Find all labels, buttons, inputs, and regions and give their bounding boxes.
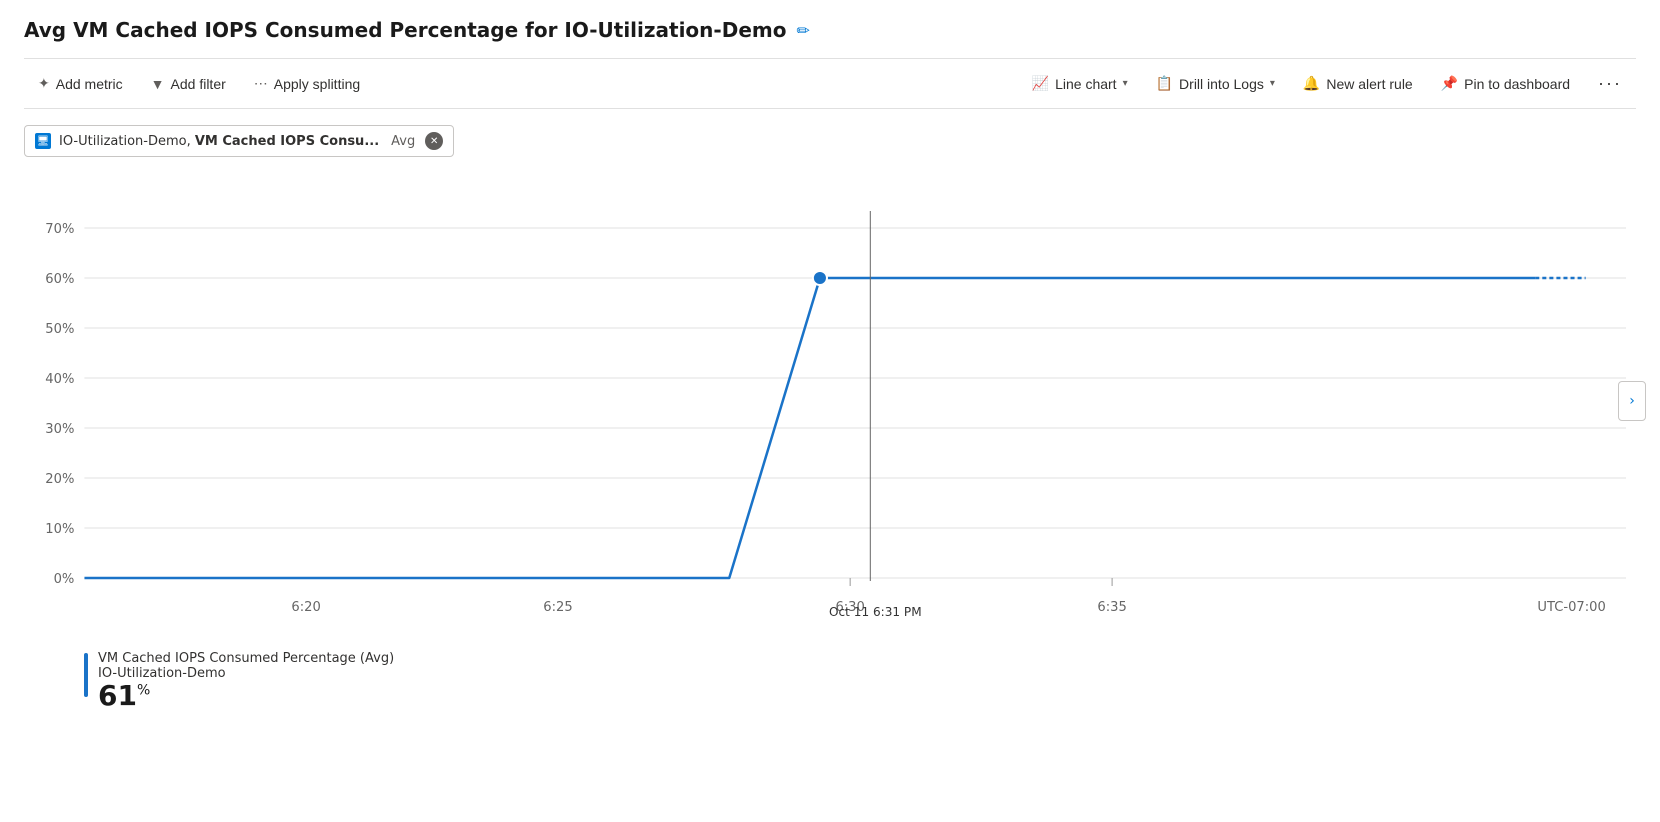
svg-text:6:20: 6:20 xyxy=(291,600,320,615)
drill-logs-chevron: ▾ xyxy=(1270,78,1275,89)
expand-button[interactable]: › xyxy=(1618,381,1646,421)
line-chart-button[interactable]: 📈 Line chart ▾ xyxy=(1018,69,1142,98)
more-options-button[interactable]: ··· xyxy=(1584,67,1636,100)
legend-color-bar xyxy=(84,653,88,697)
legend-title: VM Cached IOPS Consumed Percentage (Avg) xyxy=(98,651,394,666)
line-chart-icon: 📈 xyxy=(1032,75,1049,92)
metric-tag-close[interactable]: ✕ xyxy=(425,132,443,150)
drill-logs-icon: 📋 xyxy=(1156,75,1173,92)
title-row: Avg VM Cached IOPS Consumed Percentage f… xyxy=(24,18,1636,42)
svg-text:0%: 0% xyxy=(54,572,75,587)
metric-tag: IO-Utilization-Demo, VM Cached IOPS Cons… xyxy=(24,125,454,157)
pin-to-dashboard-button[interactable]: 📌 Pin to dashboard xyxy=(1427,69,1584,98)
svg-text:20%: 20% xyxy=(45,472,74,487)
add-filter-icon: ▼ xyxy=(151,76,165,92)
apply-splitting-icon: ⋯ xyxy=(254,75,268,92)
apply-splitting-button[interactable]: ⋯ Apply splitting xyxy=(240,69,374,98)
svg-text:UTC-07:00: UTC-07:00 xyxy=(1537,600,1605,615)
toolbar: ✦ Add metric ▼ Add filter ⋯ Apply splitt… xyxy=(24,58,1636,109)
legend-value: 61% xyxy=(98,681,394,712)
legend-item: VM Cached IOPS Consumed Percentage (Avg)… xyxy=(84,651,1636,712)
add-filter-button[interactable]: ▼ Add filter xyxy=(137,70,240,98)
legend-area: VM Cached IOPS Consumed Percentage (Avg)… xyxy=(24,639,1636,712)
svg-text:60%: 60% xyxy=(45,272,74,287)
svg-text:30%: 30% xyxy=(45,422,74,437)
svg-text:70%: 70% xyxy=(45,222,74,237)
more-options-icon: ··· xyxy=(1598,73,1622,94)
add-metric-icon: ✦ xyxy=(38,75,50,92)
page-title: Avg VM Cached IOPS Consumed Percentage f… xyxy=(24,18,786,42)
svg-text:50%: 50% xyxy=(45,322,74,337)
pin-icon: 📌 xyxy=(1441,75,1458,92)
toolbar-right: 📈 Line chart ▾ 📋 Drill into Logs ▾ 🔔 New… xyxy=(1018,67,1636,100)
legend-resource: IO-Utilization-Demo xyxy=(98,666,394,681)
svg-text:40%: 40% xyxy=(45,372,74,387)
chart-area: 70% 60% 50% 40% 30% 20% 10% 0% 6:20 6:25… xyxy=(24,171,1636,631)
metric-tag-label: IO-Utilization-Demo, VM Cached IOPS Cons… xyxy=(59,134,379,149)
resource-icon xyxy=(35,133,51,149)
chart-svg: 70% 60% 50% 40% 30% 20% 10% 0% 6:20 6:25… xyxy=(24,171,1636,631)
alert-icon: 🔔 xyxy=(1303,75,1320,92)
legend-details: VM Cached IOPS Consumed Percentage (Avg)… xyxy=(98,651,394,712)
new-alert-rule-button[interactable]: 🔔 New alert rule xyxy=(1289,69,1427,98)
svg-text:10%: 10% xyxy=(45,522,74,537)
svg-text:6:35: 6:35 xyxy=(1097,600,1126,615)
line-chart-chevron: ▾ xyxy=(1123,78,1128,89)
drill-into-logs-button[interactable]: 📋 Drill into Logs ▾ xyxy=(1142,69,1289,98)
add-metric-button[interactable]: ✦ Add metric xyxy=(24,69,137,98)
svg-text:6:25: 6:25 xyxy=(543,600,572,615)
edit-icon[interactable]: ✏ xyxy=(796,21,809,40)
svg-text:Oct 11 6:31 PM: Oct 11 6:31 PM xyxy=(829,605,922,619)
